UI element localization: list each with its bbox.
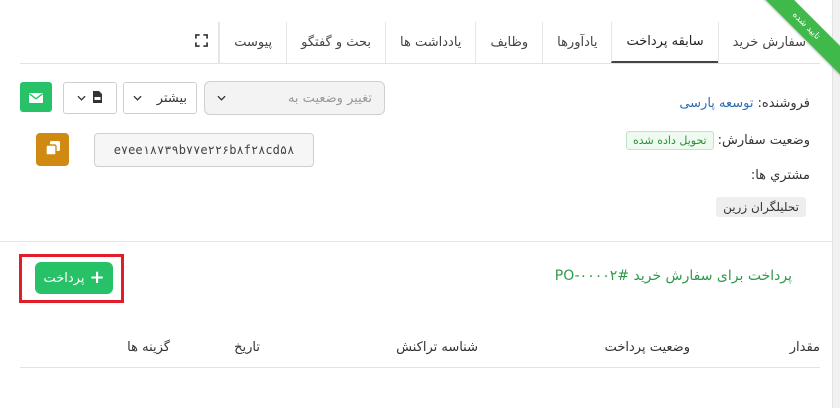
customers-label: مشتري ها: bbox=[750, 168, 810, 183]
more-label: بیشتر bbox=[156, 90, 187, 106]
envelope-icon bbox=[29, 88, 43, 107]
copy-icon bbox=[44, 140, 61, 160]
status-badge: تحویل داده شده bbox=[626, 131, 714, 150]
highlight-annotation bbox=[19, 254, 124, 303]
column-date: تاریخ bbox=[234, 340, 260, 355]
tab-notes[interactable]: يادداشت ها bbox=[385, 22, 475, 63]
payments-table-header: مقدار وضعیت پرداخت شناسه تراکنش تاریخ گز… bbox=[20, 330, 820, 368]
vendor-link[interactable]: توسعه پارسی bbox=[679, 96, 753, 111]
tab-bar: سفارش خريد سابقه پرداخت يادآورها وظايف ي… bbox=[20, 22, 820, 64]
tab-reminders[interactable]: يادآورها bbox=[542, 22, 611, 63]
status-select[interactable]: تغییر وضعیت به bbox=[204, 81, 385, 115]
column-amount: مقدار bbox=[789, 340, 820, 355]
column-transaction-id: شناسه تراکنش bbox=[396, 340, 478, 355]
tab-label: وظايف bbox=[490, 35, 529, 50]
tab-discussion[interactable]: بحث و گفتگو bbox=[286, 22, 385, 63]
more-dropdown[interactable]: بیشتر bbox=[123, 82, 197, 114]
pdf-dropdown[interactable] bbox=[63, 82, 117, 114]
chevron-down-icon bbox=[133, 95, 142, 101]
vendor-label: فروشنده: bbox=[757, 96, 811, 111]
customer-badge[interactable]: تحليلگران زرين bbox=[716, 197, 806, 217]
pdf-file-icon bbox=[92, 89, 103, 108]
tab-payment-history[interactable]: سابقه پرداخت bbox=[611, 22, 718, 63]
approved-ribbon-label: تایید شده bbox=[760, 0, 840, 76]
tab-tasks[interactable]: وظايف bbox=[475, 22, 542, 63]
section-divider bbox=[0, 241, 832, 242]
purchase-order-page: تایید شده سفارش خريد سابقه پرداخت يادآور… bbox=[0, 0, 840, 408]
tab-attachments[interactable]: پیوست bbox=[219, 22, 286, 63]
tab-label: سابقه پرداخت bbox=[626, 34, 704, 49]
column-options: گزینه ها bbox=[127, 340, 170, 355]
order-status-row: وضعيت سفارش: تحویل داده شده bbox=[626, 131, 810, 150]
tab-label: بحث و گفتگو bbox=[301, 35, 372, 50]
approved-ribbon: تایید شده bbox=[760, 0, 840, 80]
status-select-placeholder: تغییر وضعیت به bbox=[287, 90, 372, 106]
expand-icon bbox=[195, 34, 209, 51]
vendor-row: فروشنده: توسعه پارسی bbox=[679, 96, 810, 111]
hash-field[interactable]: e۷ee۱۸۷۳۹b۷۷e۲۲۶b۸f۲۸cd۵۸ bbox=[94, 133, 314, 167]
customers-row: مشتري ها: bbox=[751, 168, 810, 183]
tab-label: يادآورها bbox=[557, 35, 598, 50]
send-email-button[interactable] bbox=[20, 82, 52, 112]
copy-button[interactable] bbox=[36, 133, 69, 166]
chevron-down-icon bbox=[217, 95, 226, 101]
expand-button[interactable] bbox=[185, 22, 220, 63]
chevron-down-icon bbox=[77, 95, 86, 101]
tab-label: يادداشت ها bbox=[400, 35, 462, 50]
tab-label: پیوست bbox=[234, 35, 273, 50]
payments-title: پرداخت برای سفارش خرید #PO-۰۰۰۰۲ bbox=[554, 268, 792, 284]
order-status-label: وضعيت سفارش: bbox=[717, 133, 810, 148]
column-payment-status: وضعیت پرداخت bbox=[604, 340, 690, 355]
